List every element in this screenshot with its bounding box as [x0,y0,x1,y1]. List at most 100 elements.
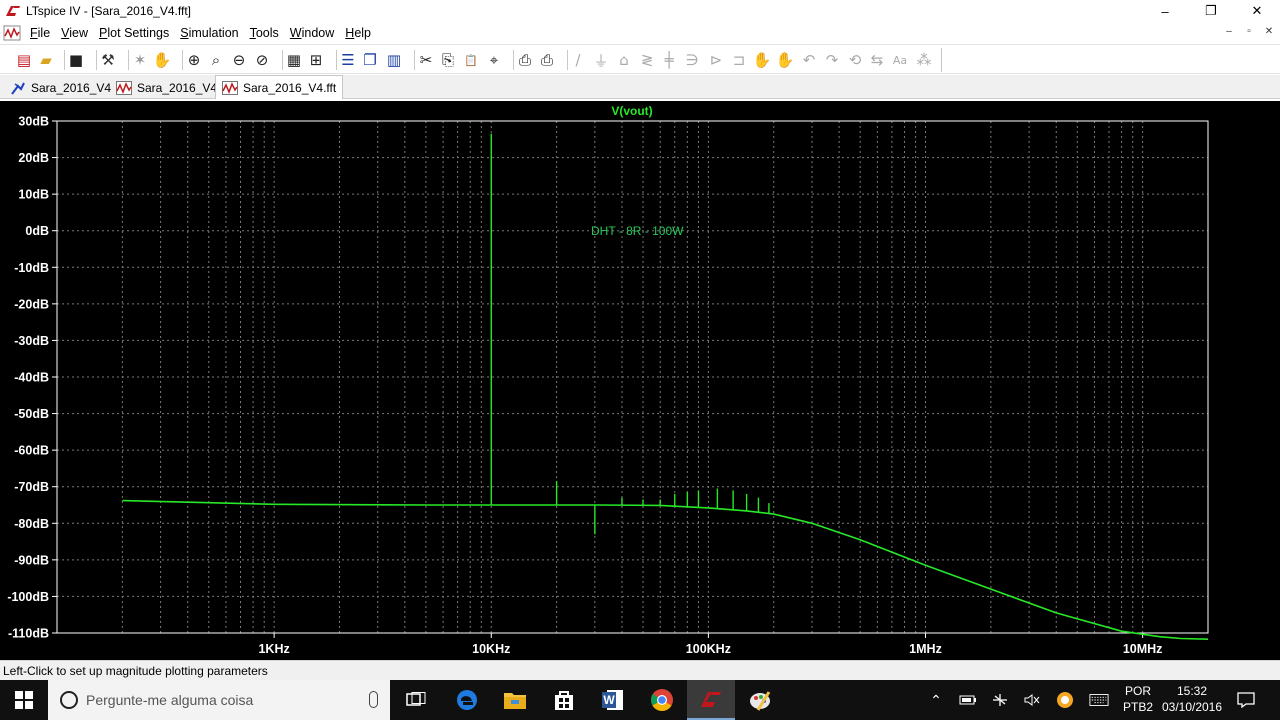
wire-icon[interactable]: ∕ [568,50,588,70]
move-icon[interactable]: ✋ [752,50,772,70]
x-tick-label[interactable]: 100KHz [686,642,731,656]
mirror-icon[interactable]: ⇆ [867,50,887,70]
y-tick-label[interactable]: 0dB [25,224,49,238]
tab-fft[interactable]: Sara_2016_V4.fft [215,75,344,99]
x-tick-label[interactable]: 10KHz [472,642,510,656]
inductor-icon[interactable]: ∋ [682,50,702,70]
microphone-icon[interactable] [369,691,378,708]
rotate-icon[interactable]: ⟲ [845,50,865,70]
maximize-button[interactable]: ❐ [1188,0,1234,22]
y-tick-label[interactable]: -90dB [14,553,49,567]
trace-title[interactable]: V(vout) [611,104,652,118]
grid-icon[interactable]: ⊞ [306,50,326,70]
text-icon[interactable]: Aa [890,50,910,70]
menu-tools[interactable]: Tools [246,26,286,40]
store-icon[interactable] [540,680,588,720]
menu-help[interactable]: Help [341,26,378,40]
y-tick-label[interactable]: -80dB [14,517,49,531]
ground-icon[interactable]: ⏚ [591,50,611,70]
fft-chart[interactable]: 30dB 20dB 10dB 0dB -10dB -20dB -30dB -40dB -50dB… [0,101,1280,660]
show-hidden-icons-icon[interactable]: ⌃ [926,690,946,710]
keyboard-icon[interactable] [1089,690,1109,710]
fft-trace[interactable] [122,499,1209,640]
capacitor-icon[interactable]: ╪ [659,50,679,70]
component-icon[interactable]: ⊐ [729,50,749,70]
action-center-icon[interactable] [1236,690,1256,710]
zoom-in-icon[interactable]: ⊕ [184,50,204,70]
clock[interactable]: 15:32 03/10/2016 [1160,683,1224,715]
label-icon[interactable]: ⌂ [614,50,634,70]
cascade-icon[interactable]: ❐ [360,50,380,70]
file-explorer-icon[interactable] [491,680,539,720]
language-indicator[interactable]: POR PTB2 [1118,683,1158,715]
start-button[interactable] [0,680,48,720]
copy-icon[interactable]: ⎘ [438,50,458,70]
y-tick-label[interactable]: -50dB [14,407,49,421]
new-schematic-icon[interactable]: ▤ [14,50,34,70]
y-tick-label[interactable]: -60dB [14,444,49,458]
word-icon[interactable]: W [589,680,637,720]
tile-horizontal-icon[interactable]: ☰ [338,50,358,70]
x-tick-label[interactable]: 10MHz [1123,642,1163,656]
task-view-icon[interactable] [392,680,440,720]
run-icon[interactable]: ✶ [130,50,150,70]
chrome-icon[interactable] [638,680,686,720]
control-panel-icon[interactable]: ⚒ [98,50,118,70]
title-bar: LTspice IV - [Sara_2016_V4.fft] – ❐ ✕ [0,0,1280,22]
redo-icon[interactable]: ↷ [822,50,842,70]
autorange-icon[interactable]: ▦ [284,50,304,70]
spice-directive-icon[interactable]: ⁂ [914,50,934,70]
open-icon[interactable]: ▰ [36,50,56,70]
volume-muted-icon[interactable] [1022,690,1042,710]
battery-icon[interactable] [958,690,978,710]
plot-annotation[interactable]: DHT - 8R - 100W [591,224,684,238]
y-tick-label[interactable]: -110dB [8,627,49,641]
diode-icon[interactable]: ⊳ [706,50,726,70]
undo-icon[interactable]: ↶ [799,50,819,70]
find-icon[interactable]: ⌖ [484,50,504,70]
menu-file[interactable]: File [26,26,57,40]
y-tick-label[interactable]: 30dB [18,115,49,129]
tab-waveform[interactable]: Sara_2016_V4 [110,77,223,99]
paste-icon[interactable]: 📋 [461,50,481,70]
x-tick-label[interactable]: 1KHz [258,642,289,656]
y-tick-label[interactable]: 20dB [18,151,49,165]
mdi-close-button[interactable]: ✕ [1262,24,1276,38]
menu-window[interactable]: Window [286,26,341,40]
zoom-cancel-icon[interactable]: ⊘ [252,50,272,70]
resistor-icon[interactable]: ≷ [637,50,657,70]
y-tick-label[interactable]: -70dB [14,480,49,494]
mdi-minimize-button[interactable]: – [1222,24,1236,38]
network-icon[interactable] [990,690,1010,710]
menu-plot-settings[interactable]: Plot Settings [95,26,176,40]
minimize-button[interactable]: – [1142,0,1188,22]
mdi-restore-button[interactable]: ▫ [1242,24,1256,38]
close-button[interactable]: ✕ [1234,0,1280,22]
y-tick-label[interactable]: -100dB [7,590,49,604]
ltspice-icon[interactable] [687,680,735,720]
menu-view[interactable]: View [57,26,95,40]
zoom-area-icon[interactable]: ⌕ [206,50,226,70]
taskbar-search[interactable]: Pergunte-me alguma coisa [48,680,390,720]
print-preview-icon[interactable]: ⎙ [515,50,535,70]
y-tick-label[interactable]: -10dB [14,261,49,275]
menu-simulation[interactable]: Simulation [176,26,245,40]
waveform-doc-icon[interactable] [3,25,21,41]
paint-icon[interactable] [736,680,784,720]
print-icon[interactable]: ⎙ [537,50,557,70]
zoom-out-icon[interactable]: ⊖ [229,50,249,70]
save-icon[interactable]: ■ [66,50,86,70]
tab-schematic[interactable]: Sara_2016_V4 [4,77,117,99]
tile-vertical-icon[interactable]: ▥ [384,50,404,70]
edge-icon[interactable] [443,680,491,720]
notification-app-icon[interactable] [1055,690,1075,710]
cut-icon[interactable]: ✂ [416,50,436,70]
halt-icon[interactable]: ✋ [152,50,172,70]
fft-plot-pane[interactable]: 30dB 20dB 10dB 0dB -10dB -20dB -30dB -40dB -50dB… [0,101,1280,660]
y-tick-label[interactable]: -40dB [14,371,49,385]
y-tick-label[interactable]: -20dB [14,297,49,311]
x-tick-label[interactable]: 1MHz [909,642,942,656]
y-tick-label[interactable]: -30dB [14,334,49,348]
drag-icon[interactable]: ✋ [775,50,795,70]
y-tick-label[interactable]: 10dB [18,188,49,202]
